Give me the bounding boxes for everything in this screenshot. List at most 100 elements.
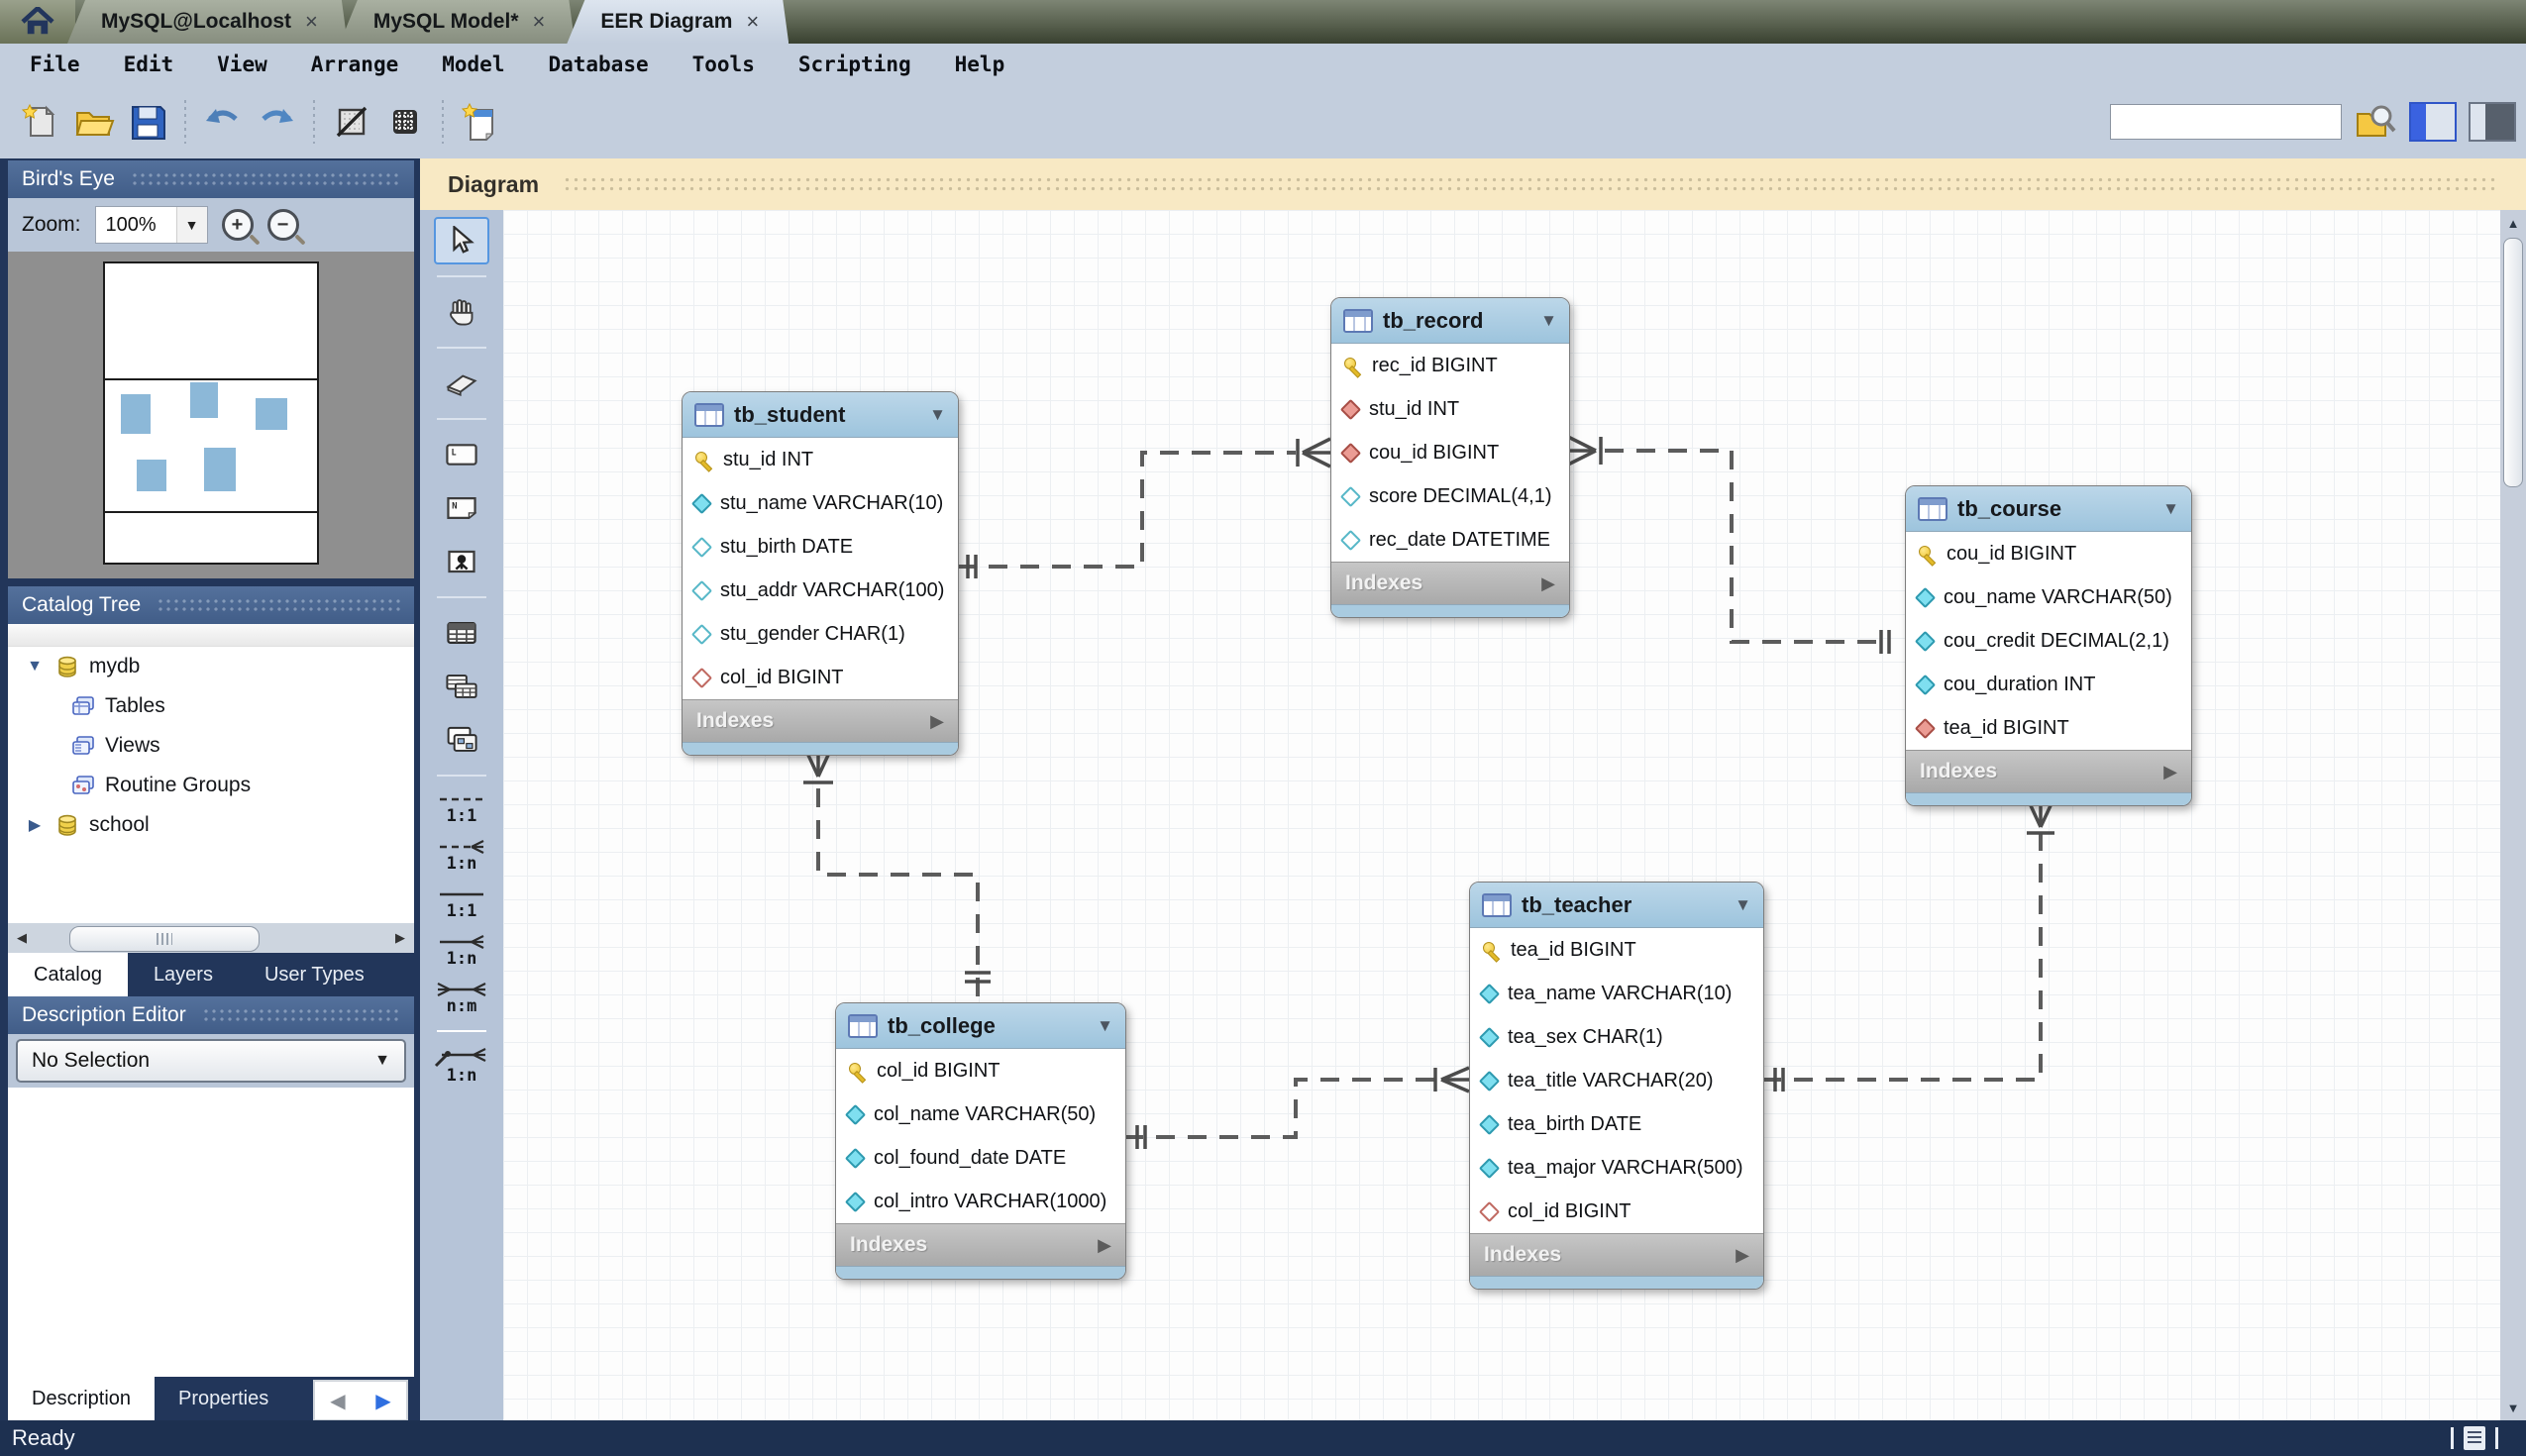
image-tool[interactable] — [434, 538, 489, 585]
relationship-connector-course-record[interactable] — [1568, 437, 1889, 654]
canvas-vertical-scrollbar[interactable]: ▲ ▼ — [2500, 210, 2526, 1420]
scroll-down-icon[interactable]: ▼ — [2500, 1395, 2526, 1420]
tree-item-school[interactable]: ▶ school — [8, 805, 414, 845]
close-icon[interactable]: × — [533, 9, 546, 35]
routine-group-tool[interactable] — [434, 716, 489, 764]
tab-mysql-localhost[interactable]: MySQL@Localhost × — [67, 0, 348, 44]
table-tool[interactable] — [434, 609, 489, 657]
rel-1-1-identifying-tool[interactable]: 1:1 — [436, 885, 487, 921]
relationship-connector-college-student[interactable] — [803, 751, 991, 998]
table-tb_student[interactable]: tb_student ▼ stu_id INT stu_name VARCHAR… — [682, 391, 959, 756]
menu-help[interactable]: Help — [955, 52, 1005, 76]
indexes-bar[interactable]: Indexes▶ — [1470, 1233, 1763, 1276]
tab-properties[interactable]: Properties — [155, 1377, 292, 1420]
collapse-icon[interactable]: ▼ — [2162, 499, 2179, 519]
tab-mysql-model[interactable]: MySQL Model* × — [340, 0, 576, 44]
tree-item-views[interactable]: Views — [8, 726, 414, 766]
menu-file[interactable]: File — [30, 52, 80, 76]
table-row[interactable]: score DECIMAL(4,1) — [1331, 474, 1569, 518]
table-tb_course[interactable]: tb_course ▼ cou_id BIGINT cou_name VARCH… — [1905, 485, 2192, 806]
scroll-track[interactable] — [2500, 489, 2526, 1395]
indexes-bar[interactable]: Indexes▶ — [1331, 562, 1569, 604]
table-header[interactable]: tb_course ▼ — [1906, 486, 2191, 532]
view-tool[interactable] — [434, 663, 489, 710]
layer-tool[interactable]: L — [434, 431, 489, 478]
new-model-button[interactable] — [18, 99, 63, 145]
menu-tools[interactable]: Tools — [692, 52, 755, 76]
tree-horizontal-scrollbar[interactable]: ◀ ▶ — [8, 923, 414, 953]
tab-eer-diagram[interactable]: EER Diagram × — [567, 0, 789, 44]
delete-tool[interactable] — [434, 360, 489, 407]
note-tool[interactable]: N — [434, 484, 489, 532]
toggle-left-panel-button[interactable] — [2409, 102, 2457, 142]
relationship-connector-college-teacher[interactable] — [1124, 1068, 1469, 1149]
table-row[interactable]: col_id BIGINT — [1470, 1190, 1763, 1233]
tab-catalog[interactable]: Catalog — [8, 953, 128, 996]
toggle-grid-button[interactable] — [382, 99, 428, 145]
tab-nav-right-icon[interactable]: ▶ — [375, 1389, 390, 1413]
home-tab[interactable] — [0, 0, 75, 44]
zoom-out-icon[interactable]: − — [267, 209, 299, 241]
close-icon[interactable]: × — [305, 9, 318, 35]
tab-layers[interactable]: Layers — [128, 953, 239, 996]
table-header[interactable]: tb_student ▼ — [683, 392, 958, 438]
scroll-thumb[interactable] — [69, 926, 260, 952]
table-row[interactable]: tea_sex CHAR(1) — [1470, 1015, 1763, 1059]
pan-tool[interactable] — [434, 288, 489, 336]
table-row[interactable]: col_found_date DATE — [836, 1136, 1125, 1180]
search-input[interactable] — [2110, 104, 2342, 140]
scroll-right-icon[interactable]: ▶ — [386, 923, 414, 953]
selection-dropdown[interactable]: No Selection ▼ — [16, 1039, 406, 1083]
tab-description[interactable]: Description — [8, 1377, 155, 1420]
rel-1-1-non-identifying-tool[interactable]: 1:1 — [436, 790, 487, 826]
save-model-button[interactable] — [125, 99, 170, 145]
expander-right-icon[interactable]: ▶ — [24, 815, 46, 835]
log-document-icon[interactable] — [2464, 1426, 2485, 1450]
table-row[interactable]: col_name VARCHAR(50) — [836, 1092, 1125, 1136]
menu-model[interactable]: Model — [442, 52, 504, 76]
birds-eye-minimap[interactable] — [8, 252, 414, 578]
table-header[interactable]: tb_teacher ▼ — [1470, 883, 1763, 928]
scroll-left-icon[interactable]: ◀ — [8, 923, 36, 953]
relationship-connector-student-record[interactable] — [957, 439, 1330, 578]
tree-item-tables[interactable]: Tables — [8, 686, 414, 726]
description-text-area[interactable] — [8, 1088, 414, 1377]
table-row[interactable]: cou_name VARCHAR(50) — [1906, 575, 2191, 619]
table-row[interactable]: stu_birth DATE — [683, 525, 958, 569]
table-row[interactable]: tea_birth DATE — [1470, 1102, 1763, 1146]
indexes-bar[interactable]: Indexes▶ — [836, 1223, 1125, 1266]
relationship-connector-teacher-course[interactable] — [1762, 801, 2054, 1092]
table-tb_record[interactable]: tb_record ▼ rec_id BIGINT stu_id INT cou… — [1330, 297, 1570, 618]
zoom-in-icon[interactable]: + — [222, 209, 254, 241]
scroll-track[interactable] — [36, 923, 386, 953]
menu-database[interactable]: Database — [548, 52, 648, 76]
table-header[interactable]: tb_college ▼ — [836, 1003, 1125, 1049]
indexes-bar[interactable]: Indexes▶ — [683, 699, 958, 742]
table-row[interactable]: col_id BIGINT — [683, 656, 958, 699]
select-tool[interactable] — [434, 217, 489, 264]
table-tb_teacher[interactable]: tb_teacher ▼ tea_id BIGINT tea_name VARC… — [1469, 882, 1764, 1290]
expander-down-icon[interactable]: ▼ — [24, 658, 46, 676]
find-icon[interactable] — [2354, 102, 2397, 142]
expand-right-icon[interactable]: ▶ — [1736, 1245, 1749, 1266]
tab-nav-left-icon[interactable]: ◀ — [330, 1389, 345, 1413]
rel-existing-columns-tool[interactable]: 1:n — [434, 1046, 489, 1086]
table-row[interactable]: col_intro VARCHAR(1000) — [836, 1180, 1125, 1223]
table-row[interactable]: stu_addr VARCHAR(100) — [683, 569, 958, 612]
table-row[interactable]: col_id BIGINT — [836, 1049, 1125, 1092]
table-row[interactable]: cou_credit DECIMAL(2,1) — [1906, 619, 2191, 663]
table-row[interactable]: stu_id INT — [1331, 387, 1569, 431]
rel-n-m-tool[interactable]: n:m — [434, 981, 489, 1016]
scroll-up-icon[interactable]: ▲ — [2500, 210, 2526, 236]
undo-button[interactable] — [200, 99, 246, 145]
rel-1-n-non-identifying-tool[interactable]: 1:n — [436, 838, 487, 874]
expand-right-icon[interactable]: ▶ — [1541, 573, 1555, 594]
table-row[interactable]: rec_id BIGINT — [1331, 344, 1569, 387]
open-model-button[interactable] — [71, 99, 117, 145]
close-icon[interactable]: × — [746, 9, 759, 35]
table-row[interactable]: tea_id BIGINT — [1906, 706, 2191, 750]
table-row[interactable]: tea_title VARCHAR(20) — [1470, 1059, 1763, 1102]
menu-view[interactable]: View — [217, 52, 267, 76]
table-row[interactable]: tea_id BIGINT — [1470, 928, 1763, 972]
menu-scripting[interactable]: Scripting — [798, 52, 911, 76]
